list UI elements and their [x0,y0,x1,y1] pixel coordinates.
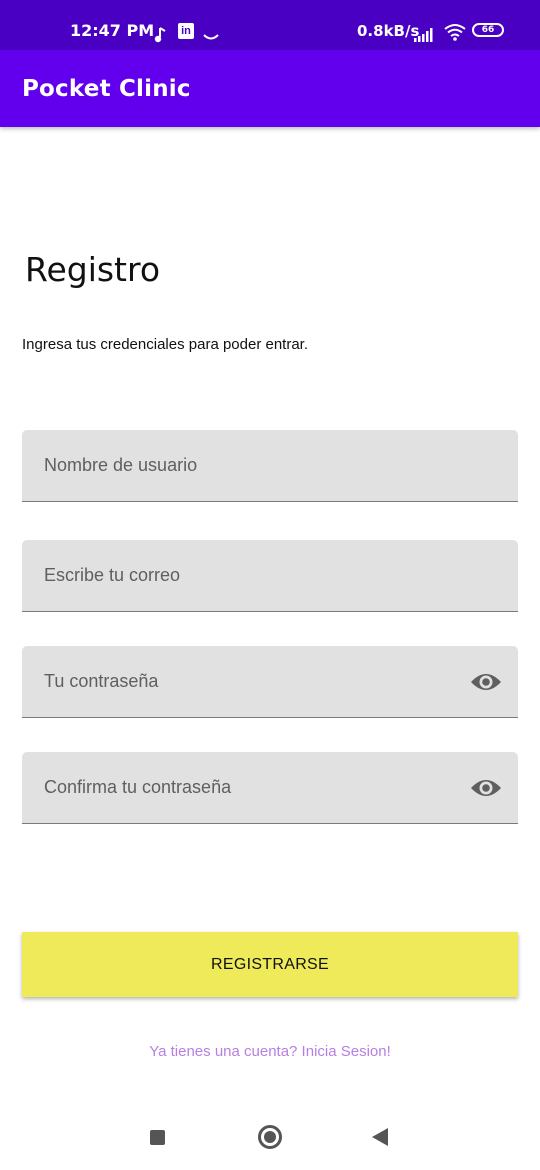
triangle-back-icon[interactable] [372,1128,388,1146]
status-bar: 12:47 PM in 0.8kB/s 66 [0,0,540,50]
screen: 12:47 PM in 0.8kB/s 66 Pocket Clinic Reg… [0,0,540,1170]
battery-icon: 66 [472,23,504,37]
signal-icon [414,28,433,42]
password-input[interactable] [22,646,518,717]
network-speed: 0.8kB/s [357,22,420,40]
email-field[interactable] [22,540,518,612]
eye-icon[interactable] [470,774,502,802]
username-field[interactable] [22,430,518,502]
login-link[interactable]: Ya tienes una cuenta? Inicia Sesion! [0,1043,540,1060]
notification-icon [154,27,166,43]
register-button[interactable]: REGISTRARSE [22,932,518,997]
app-bar: Pocket Clinic [0,50,540,127]
page-title: Registro [25,250,161,289]
confirm-password-input[interactable] [22,752,518,823]
username-input[interactable] [22,430,518,501]
linkedin-icon: in [178,23,194,39]
eye-icon[interactable] [470,668,502,696]
status-time: 12:47 PM [70,21,155,40]
email-input[interactable] [22,540,518,611]
page-subtitle: Ingresa tus credenciales para poder entr… [22,336,309,353]
confirm-password-field[interactable] [22,752,518,824]
square-icon[interactable] [150,1130,165,1145]
smile-icon [203,34,219,40]
wifi-icon [444,24,466,41]
circle-icon[interactable] [258,1125,282,1149]
app-title: Pocket Clinic [22,76,191,102]
password-field[interactable] [22,646,518,718]
